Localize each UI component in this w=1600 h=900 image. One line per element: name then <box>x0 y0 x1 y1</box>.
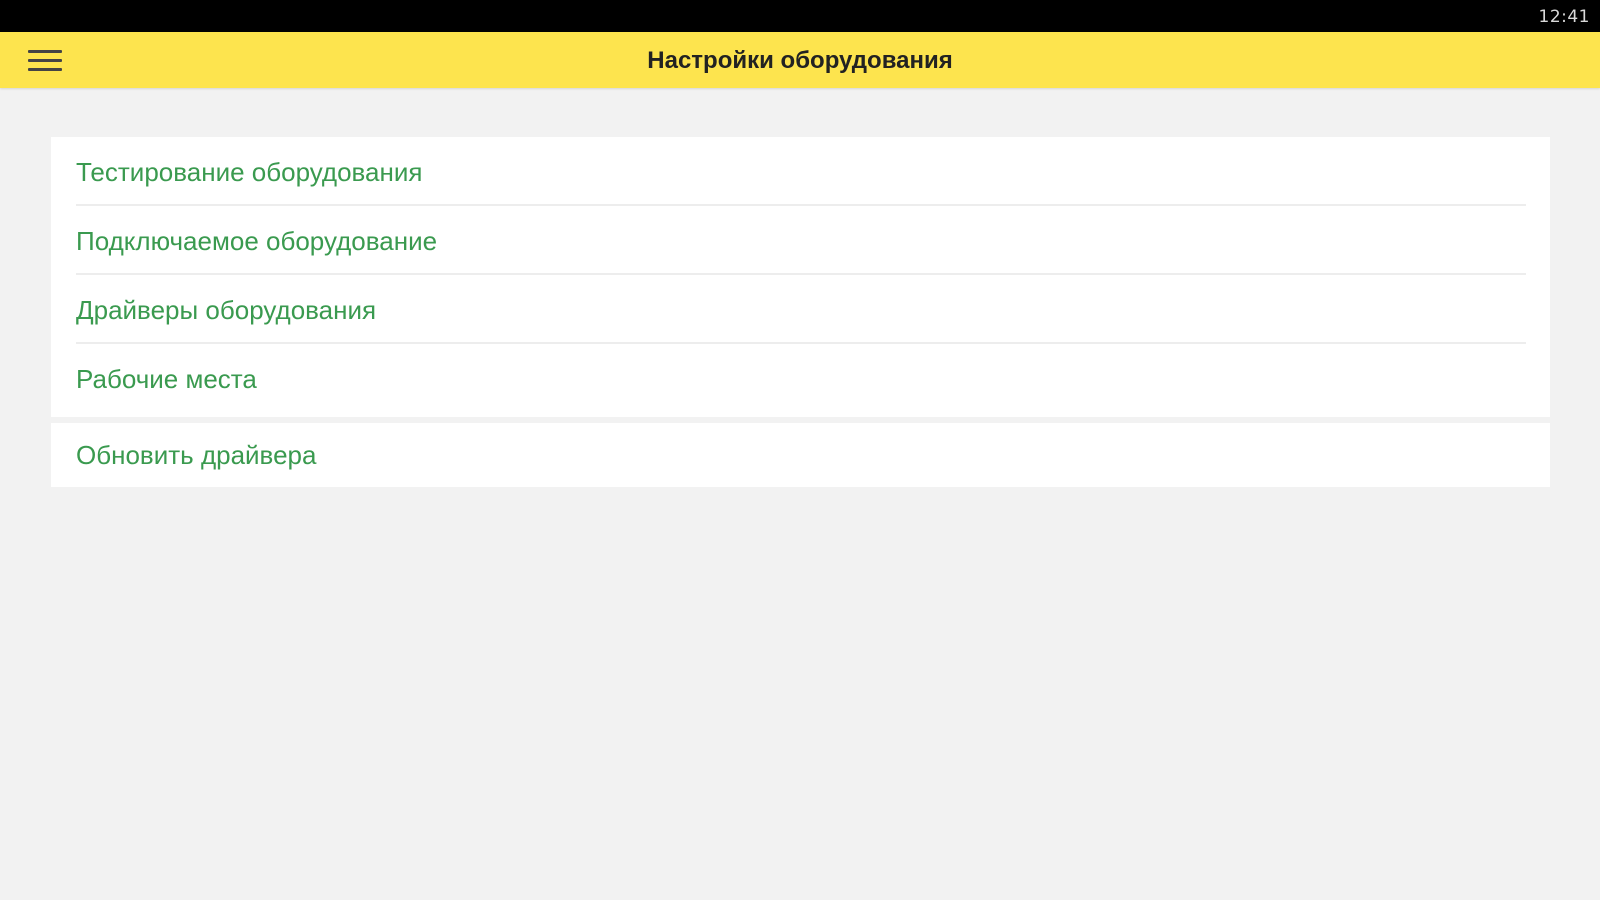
page-title: Настройки оборудования <box>647 47 953 74</box>
status-time: 12:41 <box>1538 7 1590 27</box>
menu-item-workplaces[interactable]: Рабочие места <box>76 344 1526 413</box>
equipment-settings-list: Тестирование оборудования Подключаемое о… <box>51 137 1550 417</box>
menu-item-label: Подключаемое оборудование <box>76 226 438 256</box>
menu-item-equipment-testing[interactable]: Тестирование оборудования <box>76 137 1526 206</box>
menu-item-label: Обновить драйвера <box>76 440 317 470</box>
menu-item-connected-equipment[interactable]: Подключаемое оборудование <box>76 206 1526 275</box>
menu-item-equipment-drivers[interactable]: Драйверы оборудования <box>76 275 1526 344</box>
app-bar: Настройки оборудования <box>0 32 1600 88</box>
menu-item-update-drivers[interactable]: Обновить драйвера <box>76 423 1526 487</box>
menu-item-label: Драйверы оборудования <box>76 295 377 325</box>
update-drivers-panel: Обновить драйвера <box>51 423 1550 487</box>
status-bar: 12:41 <box>0 0 1600 32</box>
menu-item-label: Тестирование оборудования <box>76 157 423 187</box>
menu-item-label: Рабочие места <box>76 364 257 394</box>
